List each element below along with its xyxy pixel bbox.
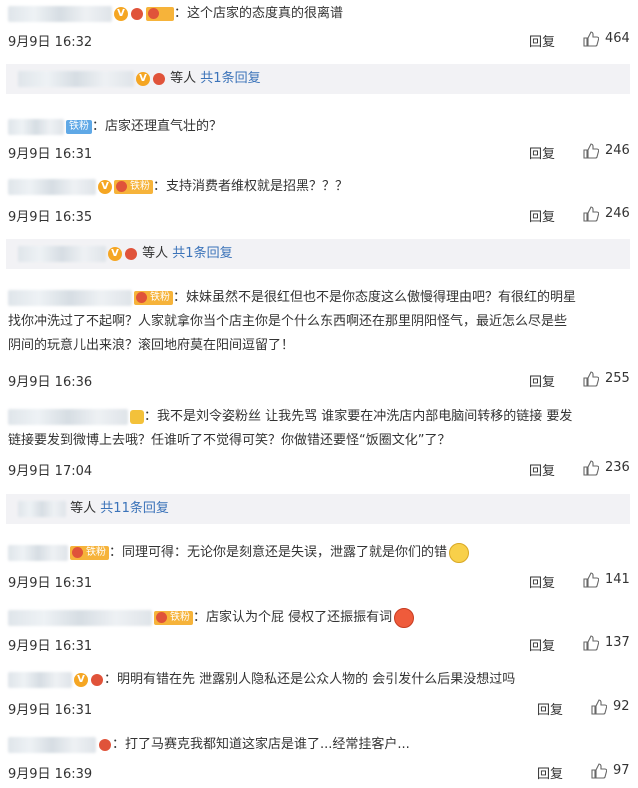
avatar-name-blurred[interactable] <box>8 289 132 306</box>
view-replies-link[interactable]: 共1条回复 <box>200 71 260 86</box>
avatar-name-blurred[interactable] <box>8 408 128 425</box>
fan-badge-icon <box>130 7 144 21</box>
reply-thread-people: 等人 <box>142 246 169 261</box>
reply-thread[interactable]: V 等人 共1条回复 <box>6 239 630 269</box>
reply-button[interactable]: 回复 <box>529 31 555 50</box>
comment-text: ：打了马赛克我都知道这家店是谁了...经常挂客户... <box>112 737 410 752</box>
comment-text-line3: 阴间的玩意儿出来浪？滚回地府莫在阳间逗留了！ <box>8 338 295 353</box>
reply-button[interactable]: 回复 <box>529 143 555 162</box>
avatar-name-blurred[interactable] <box>8 118 64 135</box>
thumbs-up-icon[interactable] <box>583 206 599 222</box>
fan-badge-icon <box>152 72 166 86</box>
avatar-name-blurred[interactable] <box>8 5 112 22</box>
comment-text: ：这个店家的态度真的很离谱 <box>174 6 344 21</box>
fan-badge: 铁粉 <box>154 610 193 625</box>
thumbs-up-icon[interactable] <box>583 31 599 47</box>
avatar-name-blurred[interactable] <box>8 544 68 561</box>
avatar-name-blurred <box>18 245 106 262</box>
reply-button[interactable]: 回复 <box>537 763 563 782</box>
fan-badge: 铁粉 <box>114 179 153 194</box>
reply-button[interactable]: 回复 <box>529 635 555 654</box>
like-count: 255 <box>605 371 630 386</box>
angry-emoji-icon <box>394 607 415 628</box>
comment-text-line2: 找你冲洗过了不起啊？人家就拿你当个店主你是个什么东西啊还在那里阴阳怪气，最近怎么… <box>8 314 568 329</box>
comment-time: 9月9日 16:31 <box>8 576 93 591</box>
comment-time: 9月9日 16:39 <box>8 767 93 782</box>
verified-icon: V <box>114 6 128 21</box>
fan-badge <box>146 6 174 21</box>
reply-thread[interactable]: 等人 共11条回复 <box>6 494 630 524</box>
avatar-name-blurred[interactable] <box>8 736 96 753</box>
thumbs-up-icon[interactable] <box>583 572 599 588</box>
fan-badge-icon <box>98 738 112 752</box>
verified-icon: V <box>136 71 150 86</box>
comment-time: 9月9日 16:31 <box>8 703 93 718</box>
like-count: 246 <box>605 143 630 158</box>
comment-time: 9月9日 16:32 <box>8 35 93 50</box>
popcorn-icon <box>130 409 144 424</box>
like-count: 246 <box>605 206 630 221</box>
reply-button[interactable]: 回复 <box>529 371 555 390</box>
comment-time: 9月9日 16:31 <box>8 639 93 654</box>
thumbs-up-icon[interactable] <box>591 699 607 715</box>
comment-time: 9月9日 16:36 <box>8 375 93 390</box>
reply-button[interactable]: 回复 <box>529 572 555 591</box>
comment-text: ：店家认为个屁 侵权了还振振有词 <box>193 610 393 625</box>
avatar-name-blurred <box>18 70 134 87</box>
avatar-name-blurred[interactable] <box>8 609 152 626</box>
like-count: 97 <box>613 763 630 778</box>
thumbs-up-icon[interactable] <box>583 371 599 387</box>
avatar-name-blurred <box>18 500 66 517</box>
comment-text: ：支持消费者维权就是招黑？？？ <box>153 179 349 194</box>
comment-text-line2: 链接要发到微博上去哦？任谁听了不觉得可笑？你做错还要怪“饭圈文化”了？ <box>8 433 451 448</box>
avatar-name-blurred[interactable] <box>8 671 72 688</box>
comment-text: ：店家还理直气壮的？ <box>92 119 223 134</box>
smile-emoji-icon <box>449 542 470 563</box>
fan-badge: 铁粉 <box>134 290 173 305</box>
reply-thread[interactable]: V 等人 共1条回复 <box>6 64 630 94</box>
avatar-name-blurred[interactable] <box>8 178 96 195</box>
fan-badge-icon <box>124 247 138 261</box>
comment-time: 9月9日 16:35 <box>8 210 93 225</box>
thumbs-up-icon[interactable] <box>583 460 599 476</box>
fan-badge-icon <box>90 673 104 687</box>
verified-icon: V <box>98 179 112 194</box>
comment-text: ：妹妹虽然不是很红但也不是你态度这么傲慢得理由吧？有很红的明星 <box>173 290 577 305</box>
like-count: 141 <box>605 572 630 587</box>
like-count: 236 <box>605 460 630 475</box>
verified-icon: V <box>74 672 88 687</box>
thumbs-up-icon[interactable] <box>591 763 607 779</box>
reply-thread-people: 等人 <box>70 501 97 516</box>
fan-badge: 铁粉 <box>66 119 92 134</box>
comment-time: 9月9日 17:04 <box>8 464 93 479</box>
reply-button[interactable]: 回复 <box>537 699 563 718</box>
like-count: 137 <box>605 635 630 650</box>
view-replies-link[interactable]: 共1条回复 <box>172 246 232 261</box>
verified-icon: V <box>108 246 122 261</box>
view-replies-link[interactable]: 共11条回复 <box>100 501 169 516</box>
comment-text: ：我不是刘令姿粉丝 让我先骂 谁家要在冲洗店内部电脑间转移的链接 要发 <box>144 409 573 424</box>
like-count: 92 <box>613 699 630 714</box>
comment-time: 9月9日 16:31 <box>8 147 93 162</box>
like-count: 464 <box>605 31 630 46</box>
reply-thread-people: 等人 <box>170 71 197 86</box>
fan-badge: 铁粉 <box>70 545 109 560</box>
reply-button[interactable]: 回复 <box>529 460 555 479</box>
thumbs-up-icon[interactable] <box>583 143 599 159</box>
reply-button[interactable]: 回复 <box>529 206 555 225</box>
thumbs-up-icon[interactable] <box>583 635 599 651</box>
comment-text: ：明明有错在先 泄露别人隐私还是公众人物的 会引发什么后果没想过吗 <box>104 672 516 687</box>
comment-text: ：同理可得：无论你是刻意还是失误，泄露了就是你们的错 <box>109 545 448 560</box>
